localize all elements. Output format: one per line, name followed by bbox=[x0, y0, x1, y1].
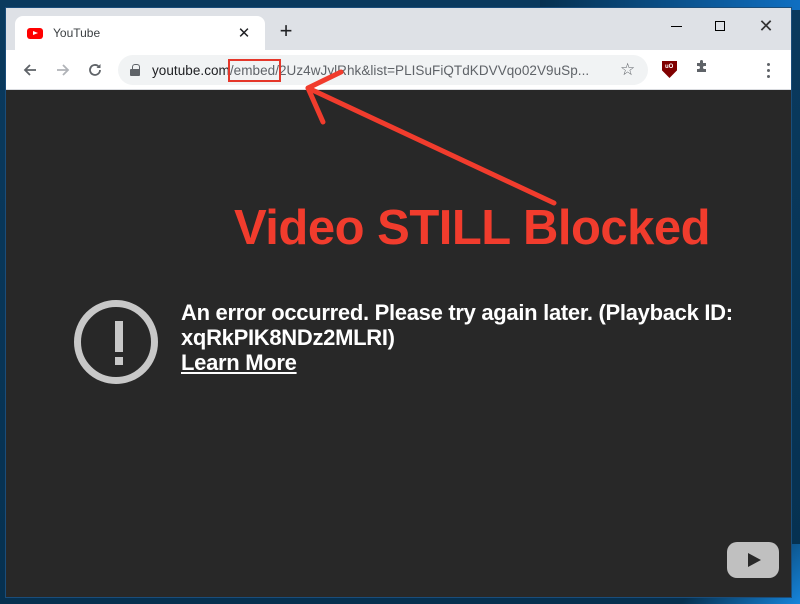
back-button[interactable] bbox=[18, 58, 42, 82]
url-host: youtube.com bbox=[152, 62, 230, 78]
reload-icon bbox=[89, 64, 101, 76]
video-player: An error occurred. Please try again late… bbox=[6, 90, 791, 597]
minimize-icon bbox=[670, 25, 682, 27]
youtube-icon bbox=[27, 27, 43, 39]
error-message: An error occurred. Please try again late… bbox=[181, 300, 761, 375]
tab-youtube[interactable]: YouTube ✕ bbox=[15, 16, 265, 50]
forward-button[interactable] bbox=[51, 58, 75, 82]
close-tab-icon[interactable]: ✕ bbox=[235, 24, 253, 42]
maximize-button[interactable] bbox=[697, 12, 743, 40]
maximize-icon bbox=[715, 21, 725, 31]
annotation-video-still-blocked: Video STILL Blocked bbox=[234, 201, 711, 255]
error-message-line1: An error occurred. Please try again late… bbox=[181, 300, 733, 325]
puzzle-extensions-icon[interactable] bbox=[694, 58, 710, 79]
browser-window: YouTube ✕ + ✕ youtube.com/embed/2Uz4wJyl… bbox=[6, 8, 791, 597]
lock-icon bbox=[130, 64, 140, 76]
learn-more-link[interactable]: Learn More bbox=[181, 350, 297, 375]
youtube-play-icon[interactable] bbox=[727, 542, 779, 578]
error-message-line2: xqRkPIK8NDz2MLRI) bbox=[181, 325, 395, 350]
kebab-menu-icon[interactable] bbox=[758, 58, 778, 82]
browser-toolbar: youtube.com/embed/2Uz4wJylRhk&list=PLISu… bbox=[6, 50, 791, 90]
bookmark-star-icon[interactable]: ☆ bbox=[620, 60, 635, 80]
close-icon: ✕ bbox=[758, 16, 774, 36]
arrow-right-icon bbox=[57, 64, 70, 76]
new-tab-button[interactable]: + bbox=[274, 20, 298, 44]
arrow-left-icon bbox=[23, 64, 36, 76]
reload-button[interactable] bbox=[83, 58, 107, 82]
ublock-origin-icon[interactable]: uO bbox=[662, 61, 677, 78]
url-text: youtube.com/embed/2Uz4wJylRhk&list=PLISu… bbox=[152, 58, 590, 82]
tab-strip: YouTube ✕ + ✕ bbox=[6, 8, 791, 50]
url-highlighted-embed: /embed/ bbox=[227, 58, 282, 82]
minimize-button[interactable] bbox=[653, 12, 699, 40]
tab-title: YouTube bbox=[53, 26, 101, 40]
url-rest: 2Uz4wJylRhk&list=PLISuFiQTdKDVVqo02V9uSp… bbox=[279, 62, 590, 78]
error-exclamation-icon bbox=[74, 300, 158, 384]
close-window-button[interactable]: ✕ bbox=[743, 12, 789, 40]
address-bar[interactable]: youtube.com/embed/2Uz4wJylRhk&list=PLISu… bbox=[118, 55, 648, 85]
